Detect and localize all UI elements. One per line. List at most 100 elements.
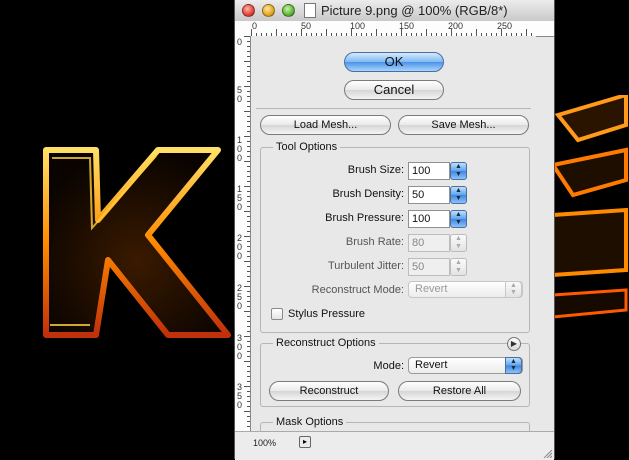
ruler-tick <box>247 141 250 142</box>
ruler-tick <box>247 156 250 157</box>
ruler-tick <box>247 266 250 267</box>
ruler-tick <box>276 29 277 36</box>
ruler-tick <box>247 206 250 207</box>
ruler-tick <box>244 261 250 262</box>
status-bar: 100% ▸ <box>235 431 554 460</box>
vertical-ruler[interactable]: 0 5 0 1 0 0 1 5 0 2 0 0 2 5 0 3 0 0 3 5 … <box>235 36 251 431</box>
resize-grip-icon[interactable] <box>542 448 552 458</box>
brush-rate-input[interactable]: 80 <box>408 234 450 252</box>
ruler-tick <box>247 396 250 397</box>
chevron-updown-icon: ▲ ▼ <box>505 357 522 374</box>
brush-size-stepper[interactable]: ▲ ▼ <box>450 162 467 180</box>
zoom-level[interactable]: 100% <box>253 438 276 448</box>
ruler-tick <box>247 301 250 302</box>
cancel-button[interactable]: Cancel <box>344 80 444 100</box>
liquify-window: Picture 9.png @ 100% (RGB/8*) 0 50 100 1… <box>234 0 555 460</box>
brush-size-label: Brush Size: <box>347 164 404 176</box>
ruler-tick <box>247 201 250 202</box>
ruler-tick <box>326 29 327 36</box>
ruler-tick <box>244 161 250 162</box>
ruler-tick <box>247 151 250 152</box>
mode-label: Mode: <box>373 360 404 372</box>
turbulent-jitter-stepper[interactable]: ▲ ▼ <box>450 258 467 276</box>
ruler-tick <box>247 221 250 222</box>
ruler-tick <box>247 181 250 182</box>
ruler-tick <box>247 131 250 132</box>
minimize-window-button[interactable] <box>262 4 275 17</box>
horizontal-ruler[interactable]: 0 50 100 150 200 250 <box>235 21 554 37</box>
ruler-tick <box>244 186 250 187</box>
ruler-label: 0 <box>237 37 243 47</box>
flaming-letter-k-artwork <box>43 147 231 338</box>
close-window-button[interactable] <box>242 4 255 17</box>
play-options-icon[interactable]: ▶ <box>507 337 521 351</box>
mask-options-title: Mask Options <box>273 416 347 428</box>
ruler-label: 250 <box>497 21 513 31</box>
ruler-tick <box>247 196 250 197</box>
save-mesh-button[interactable]: Save Mesh... <box>398 115 529 135</box>
brush-pressure-stepper[interactable]: ▲ ▼ <box>450 210 467 228</box>
ruler-tick <box>247 296 250 297</box>
ruler-tick <box>247 76 250 77</box>
ruler-tick <box>247 401 250 402</box>
brush-density-input[interactable]: 50 <box>408 186 450 204</box>
reconstruct-mode-select[interactable]: Revert ▲ ▼ <box>408 281 523 298</box>
ruler-tick <box>247 306 250 307</box>
ruler-tick <box>247 96 250 97</box>
ruler-tick <box>451 29 452 36</box>
ruler-tick <box>501 29 502 36</box>
brush-pressure-input[interactable]: 100 <box>408 210 450 228</box>
document-icon <box>304 3 316 18</box>
load-mesh-button[interactable]: Load Mesh... <box>260 115 391 135</box>
ok-button[interactable]: OK <box>344 52 444 72</box>
ruler-label: 1 5 0 <box>237 184 243 212</box>
ruler-tick <box>247 171 250 172</box>
ruler-tick <box>247 246 250 247</box>
stylus-pressure-checkbox[interactable] <box>271 308 283 320</box>
stylus-pressure-label: Stylus Pressure <box>288 308 366 320</box>
window-title: Picture 9.png @ 100% (RGB/8*) <box>321 3 508 18</box>
ruler-tick <box>247 326 250 327</box>
ruler-tick <box>244 311 250 312</box>
brush-density-stepper[interactable]: ▲ ▼ <box>450 186 467 204</box>
brush-size-input[interactable]: 100 <box>408 162 450 180</box>
ruler-label: 1 0 0 <box>237 135 243 163</box>
ruler-tick <box>247 426 250 427</box>
ruler-tick <box>247 331 250 332</box>
ruler-label: 0 <box>252 21 258 31</box>
ruler-tick <box>247 341 250 342</box>
brush-rate-label: Brush Rate: <box>345 236 404 248</box>
reconstruct-mode-dropdown[interactable]: Revert ▲ ▼ <box>408 357 523 374</box>
ruler-tick <box>247 176 250 177</box>
ruler-tick <box>244 286 250 287</box>
ruler-tick <box>247 66 250 67</box>
ruler-label: 5 0 <box>237 85 243 104</box>
title-bar[interactable]: Picture 9.png @ 100% (RGB/8*) <box>235 0 554 22</box>
turbulent-jitter-input[interactable]: 50 <box>408 258 450 276</box>
ruler-tick <box>247 291 250 292</box>
ruler-label: 100 <box>350 21 366 31</box>
ruler-tick <box>244 136 250 137</box>
ruler-tick <box>247 121 250 122</box>
turbulent-jitter-label: Turbulent Jitter: <box>327 260 404 272</box>
zoom-window-button[interactable] <box>282 4 295 17</box>
ruler-tick <box>244 386 250 387</box>
ruler-tick <box>244 336 250 337</box>
status-menu-icon[interactable]: ▸ <box>299 436 311 448</box>
ruler-tick <box>247 281 250 282</box>
vertical-scrollbar[interactable] <box>536 36 550 431</box>
ruler-tick <box>247 71 250 72</box>
flaming-letters-right-artwork <box>549 95 628 319</box>
ruler-tick <box>247 251 250 252</box>
ruler-tick <box>247 316 250 317</box>
reconstruct-button[interactable]: Reconstruct <box>269 381 389 401</box>
ruler-label: 3 0 0 <box>237 333 243 361</box>
ruler-tick <box>247 226 250 227</box>
restore-all-button[interactable]: Restore All <box>398 381 521 401</box>
ruler-tick <box>247 366 250 367</box>
brush-rate-stepper[interactable]: ▲ ▼ <box>450 234 467 252</box>
ruler-tick <box>426 29 427 36</box>
ruler-tick <box>247 321 250 322</box>
ruler-tick <box>247 276 250 277</box>
ruler-tick <box>247 56 250 57</box>
